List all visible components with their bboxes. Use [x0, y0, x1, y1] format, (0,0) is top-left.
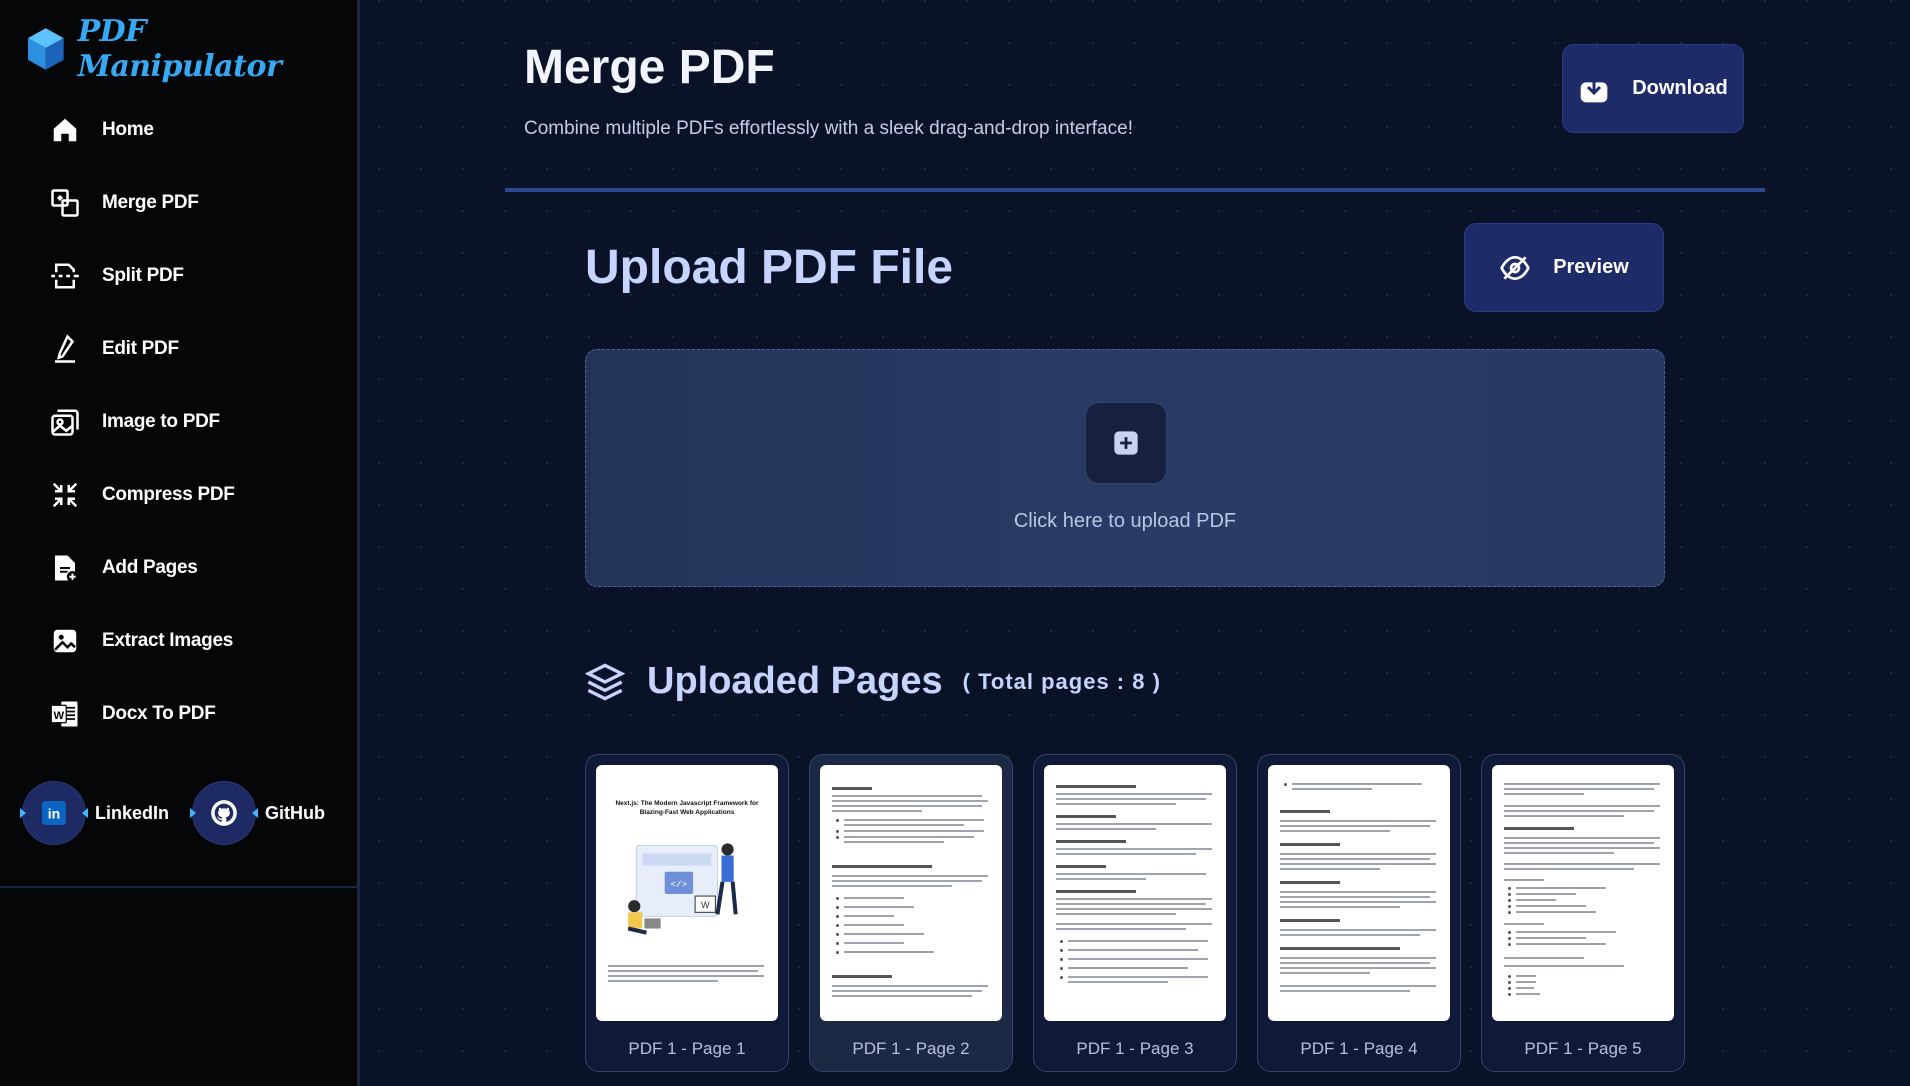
sidebar-item-label: Image to PDF: [102, 411, 220, 432]
upload-prompt: Click here to upload PDF: [1013, 510, 1237, 532]
uploaded-pages-header: Uploaded Pages ( Total pages : 8 ): [585, 660, 1161, 703]
sidebar-item-image-to-pdf[interactable]: Image to PDF: [48, 402, 220, 442]
page-card[interactable]: PDF 1 - Page 2: [809, 754, 1013, 1072]
sidebar-item-add-pages[interactable]: Add Pages: [48, 548, 198, 588]
page-title: Merge PDF: [524, 41, 775, 94]
svg-text:</>: </>: [671, 879, 687, 890]
linkedin-label: LinkedIn: [95, 802, 170, 823]
page-thumbnail: [1268, 765, 1450, 1021]
github-icon: [190, 782, 258, 844]
github-link[interactable]: GitHub: [190, 781, 325, 845]
sidebar-divider: [0, 886, 357, 888]
sidebar-item-extract-images[interactable]: Extract Images: [48, 621, 233, 661]
sidebar-item-label: Add Pages: [102, 557, 198, 578]
preview-button[interactable]: Preview: [1464, 223, 1664, 312]
page-card[interactable]: PDF 1 - Page 3: [1033, 754, 1237, 1072]
word-icon: W: [48, 697, 82, 731]
page-header: Merge PDF Combine multiple PDFs effortle…: [524, 38, 1133, 140]
page-caption: PDF 1 - Page 4: [1300, 1039, 1418, 1058]
page-caption: PDF 1 - Page 3: [1076, 1039, 1194, 1058]
page-thumbnail: [1044, 765, 1226, 1021]
merge-icon: [48, 186, 82, 220]
page-heading: Next.js: The Modern Javascript Framework…: [615, 800, 759, 816]
sidebar-item-edit-pdf[interactable]: Edit PDF: [48, 329, 179, 369]
page-caption: PDF 1 - Page 5: [1524, 1039, 1642, 1058]
upload-dropzone[interactable]: Click here to upload PDF: [585, 349, 1665, 587]
page-card[interactable]: Next.js: The Modern Javascript Framework…: [585, 754, 789, 1072]
upload-add-button[interactable]: [1085, 402, 1167, 484]
page-caption: PDF 1 - Page 1: [628, 1039, 746, 1058]
developer-illustration: </> W: [627, 843, 738, 935]
svg-text:in: in: [48, 805, 61, 821]
sidebar-item-label: Docx To PDF: [102, 703, 216, 724]
sidebar-item-label: Split PDF: [102, 265, 184, 286]
sidebar-item-label: Edit PDF: [102, 338, 179, 359]
linkedin-link[interactable]: in LinkedIn: [20, 781, 170, 845]
sidebar-item-docx-to-pdf[interactable]: W Docx To PDF: [48, 694, 216, 734]
sidebar-item-merge-pdf[interactable]: Merge PDF: [48, 183, 199, 223]
page-thumbnail: [1492, 765, 1674, 1021]
plus-square-icon: [1114, 431, 1138, 455]
linkedin-icon: in: [20, 782, 88, 844]
github-label: GitHub: [265, 802, 325, 823]
preview-label: Preview: [1553, 256, 1629, 278]
compress-icon: [48, 478, 82, 512]
page-subtitle: Combine multiple PDFs effortlessly with …: [524, 118, 1133, 139]
upload-title: Upload PDF File: [585, 241, 954, 294]
header-divider: [505, 188, 1765, 192]
download-button[interactable]: Download: [1562, 44, 1744, 133]
sidebar-item-label: Extract Images: [102, 630, 233, 651]
page-thumbnail: [820, 765, 1002, 1021]
sidebar-item-split-pdf[interactable]: Split PDF: [48, 256, 184, 296]
sidebar-item-compress-pdf[interactable]: Compress PDF: [48, 475, 235, 515]
image-icon: [48, 624, 82, 658]
sidebar: PDF Manipulator Home Merge PDF Split PDF…: [0, 0, 360, 1086]
sidebar-item-home[interactable]: Home: [48, 110, 154, 150]
uploaded-pages-title: Uploaded Pages: [647, 660, 943, 702]
sidebar-item-label: Merge PDF: [102, 192, 199, 213]
split-icon: [48, 259, 82, 293]
brand-name: PDF Manipulator: [77, 14, 282, 84]
sidebar-item-label: Home: [102, 119, 154, 140]
download-icon: [1580, 75, 1608, 102]
brand[interactable]: PDF Manipulator: [26, 14, 357, 84]
page-card[interactable]: PDF 1 - Page 5: [1481, 754, 1685, 1072]
page-caption: PDF 1 - Page 2: [852, 1039, 970, 1058]
image-stack-icon: [48, 405, 82, 439]
home-icon: [48, 113, 82, 147]
layers-icon: [585, 662, 625, 701]
eye-off-icon: [1500, 255, 1531, 280]
page-thumbnail: Next.js: The Modern Javascript Framework…: [596, 765, 778, 1021]
pen-icon: [48, 332, 82, 366]
svg-text:W: W: [53, 710, 64, 722]
total-pages-count: ( Total pages : 8 ): [962, 668, 1161, 694]
add-file-icon: [48, 551, 82, 585]
svg-text:W: W: [701, 900, 710, 910]
logo-cube-icon: [27, 28, 64, 70]
page-card[interactable]: PDF 1 - Page 4: [1257, 754, 1461, 1072]
download-label: Download: [1632, 77, 1728, 99]
sidebar-item-label: Compress PDF: [102, 484, 235, 505]
